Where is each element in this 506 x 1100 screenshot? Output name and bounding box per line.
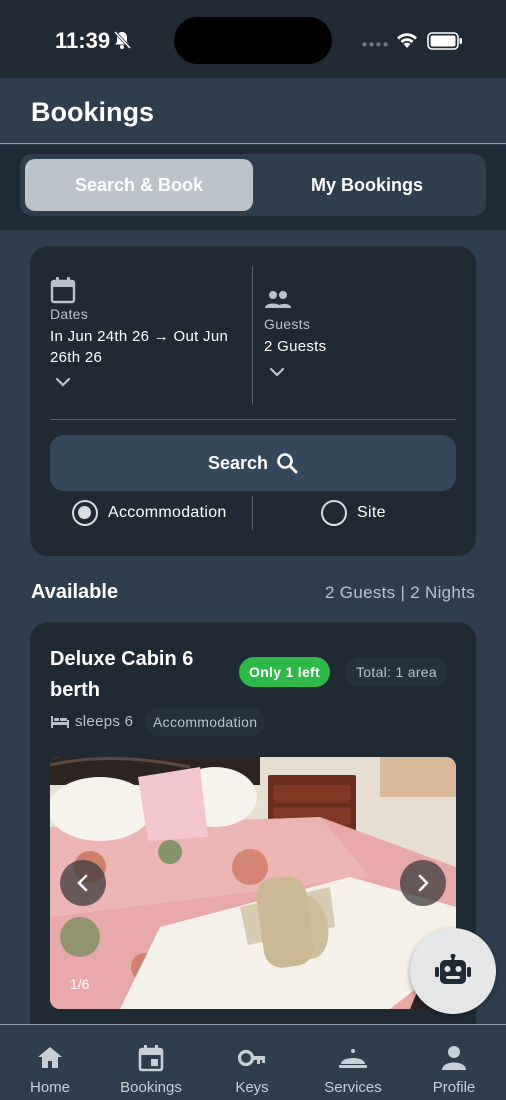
nav-item-home[interactable]: Home (0, 1043, 100, 1099)
wifi-icon (397, 33, 417, 48)
next-image-button[interactable] (400, 860, 446, 906)
bedroom-image (50, 757, 456, 1009)
radio-unchecked-icon[interactable] (321, 500, 347, 526)
dates-label: Dates (50, 306, 89, 322)
available-summary: 2 Guests | 2 Nights (325, 583, 475, 602)
home-icon (38, 1047, 62, 1068)
radio-accommodation-label: Accommodation (108, 504, 227, 521)
tab-bar-container: Search & Book My Bookings (0, 145, 506, 230)
chevron-right-icon (418, 874, 429, 892)
nav-item-bookings[interactable]: Bookings (101, 1043, 201, 1099)
availability-badge: Only 1 left (239, 657, 330, 687)
radio-site-label: Site (357, 504, 386, 521)
nav-item-profile[interactable]: Profile (404, 1043, 504, 1099)
room-card[interactable]: Deluxe Cabin 6 berth Only 1 left Total: … (30, 622, 476, 1062)
search-card: Dates In Jun 24th 26 → Out Jun 26th 26 G… (30, 246, 476, 556)
guests-chevron-down-icon[interactable] (269, 367, 285, 377)
battery-icon (427, 32, 462, 50)
nav-item-services[interactable]: Services (303, 1043, 403, 1099)
nav-label-profile: Profile (432, 1079, 476, 1096)
section-divider (50, 419, 456, 420)
chevron-left-icon (77, 874, 88, 892)
search-button-label: Search (207, 452, 269, 473)
field-divider (252, 266, 253, 404)
assistant-button[interactable] (410, 928, 496, 1014)
person-icon (442, 1046, 466, 1070)
tab-my-bookings[interactable]: My Bookings (253, 159, 481, 211)
dates-chevron-down-icon[interactable] (55, 377, 71, 387)
bell-muted-icon (113, 30, 132, 50)
available-title: Available (31, 581, 119, 603)
key-icon (237, 1049, 265, 1067)
nav-label-services: Services (324, 1079, 382, 1096)
header: Bookings (0, 78, 506, 144)
bottom-nav: Home Bookings Keys Services Profile (0, 1024, 506, 1100)
bed-icon (51, 716, 69, 728)
room-photo[interactable] (50, 757, 456, 1009)
room-name: Deluxe Cabin 6 berth (50, 648, 194, 701)
radio-divider (252, 496, 253, 530)
radio-site[interactable]: Site (321, 498, 386, 528)
guests-value[interactable]: 2 Guests (264, 336, 326, 357)
total-badge: Total: 1 area (346, 657, 447, 687)
segmented-control: Search & Book My Bookings (20, 154, 486, 216)
status-bar: 11:39 (0, 0, 506, 78)
search-button[interactable]: Search (50, 435, 456, 491)
guests-label: Guests (264, 316, 311, 332)
status-time: 11:39 (55, 28, 111, 53)
calendar-icon (138, 1045, 164, 1072)
previous-image-button[interactable] (60, 860, 106, 906)
radio-checked-icon[interactable] (72, 500, 98, 526)
robot-icon (435, 954, 471, 984)
bell-service-icon (339, 1049, 367, 1068)
search-icon (277, 453, 298, 474)
dates-value[interactable]: In Jun 24th 26 → Out Jun 26th 26 (50, 326, 245, 368)
page-title: Bookings (31, 97, 155, 127)
radio-accommodation[interactable]: Accommodation (72, 498, 227, 528)
sleeps-text: sleeps 6 (75, 713, 134, 730)
nav-label-bookings: Bookings (120, 1079, 182, 1096)
type-badge: Accommodation (145, 708, 266, 736)
tab-search-book[interactable]: Search & Book (25, 159, 253, 211)
nav-item-keys[interactable]: Keys (202, 1043, 302, 1099)
dynamic-island (174, 17, 332, 64)
signal-icon (362, 42, 388, 47)
nav-label-home: Home (29, 1079, 70, 1096)
calendar-icon (50, 277, 76, 304)
people-icon (265, 291, 291, 308)
nav-label-keys: Keys (235, 1079, 269, 1096)
image-counter: 1/6 (70, 976, 90, 992)
